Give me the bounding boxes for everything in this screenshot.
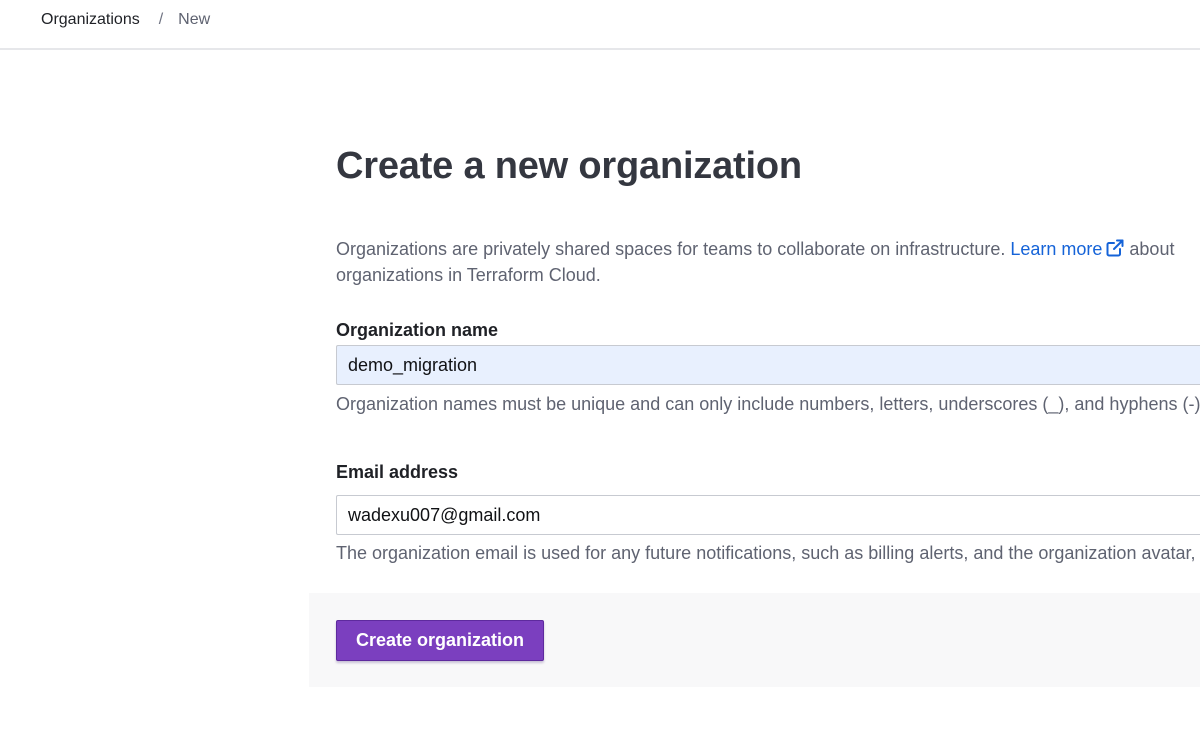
intro-paragraph: Organizations are privately shared space… <box>336 236 1200 288</box>
page-title: Create a new organization <box>336 145 802 187</box>
breadcrumb: Organizations / New <box>41 11 210 29</box>
learn-more-link[interactable]: Learn more <box>1010 239 1124 259</box>
breadcrumb-separator: / <box>158 11 164 28</box>
external-link-icon <box>1106 239 1124 257</box>
learn-more-label: Learn more <box>1010 239 1103 259</box>
email-label: Email address <box>336 462 459 482</box>
breadcrumb-current: New <box>178 11 211 28</box>
org-name-input[interactable] <box>336 345 1200 385</box>
intro-text: Organizations are privately shared space… <box>336 239 1011 259</box>
org-name-label: Organization name <box>336 320 499 340</box>
create-organization-button[interactable]: Create organization <box>336 620 545 661</box>
email-input[interactable] <box>336 495 1200 535</box>
form-actions-bar: Create organization <box>309 593 1200 687</box>
org-name-help: Organization names must be unique and ca… <box>336 394 1200 414</box>
breadcrumb-organizations-link[interactable]: Organizations <box>41 11 140 29</box>
email-help: The organization email is used for any f… <box>336 543 1200 563</box>
